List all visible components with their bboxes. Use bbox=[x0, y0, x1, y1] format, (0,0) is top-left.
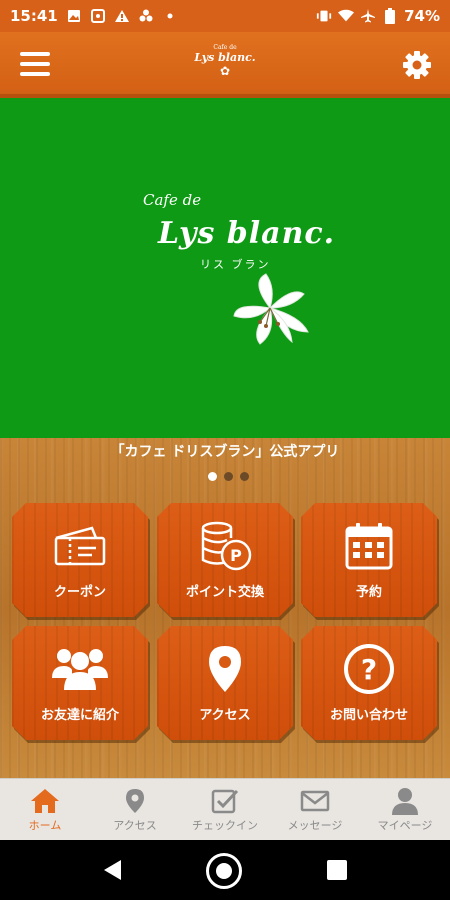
coins-icon: P bbox=[197, 519, 253, 573]
people-icon bbox=[52, 642, 108, 696]
nav-message[interactable]: メッセージ bbox=[270, 779, 360, 840]
nav-checkin-label: チェックイン bbox=[192, 819, 258, 832]
point-exchange-label: ポイント交換 bbox=[185, 585, 264, 600]
coupon-label: クーポン bbox=[53, 585, 106, 600]
battery-icon bbox=[382, 8, 398, 24]
fan-icon bbox=[138, 8, 154, 24]
nav-home[interactable]: ホーム bbox=[0, 779, 90, 840]
system-navigation-bar bbox=[0, 840, 450, 900]
header-logo: Cafe de Lys blanc. ✿ bbox=[190, 44, 260, 88]
battery-level: 74% bbox=[404, 7, 440, 25]
wifi-icon bbox=[338, 8, 355, 24]
map-pin-icon bbox=[120, 787, 150, 815]
nav-home-label: ホーム bbox=[28, 819, 62, 832]
question-icon: ? bbox=[341, 642, 397, 696]
svg-text:?: ? bbox=[361, 653, 377, 686]
home-icon bbox=[30, 787, 60, 815]
lily-icon: ✿ bbox=[219, 64, 231, 78]
gallery-icon bbox=[66, 8, 82, 24]
menu-button[interactable] bbox=[18, 48, 52, 80]
sync-icon bbox=[90, 8, 106, 24]
carousel-dot-1[interactable] bbox=[208, 472, 217, 481]
access-tile[interactable]: アクセス bbox=[157, 626, 293, 740]
mail-icon bbox=[300, 787, 330, 815]
person-icon bbox=[390, 787, 420, 815]
nav-checkin[interactable]: チェックイン bbox=[180, 779, 270, 840]
nav-access[interactable]: アクセス bbox=[90, 779, 180, 840]
app-caption: 「カフェ ドリスブラン」公式アプリ bbox=[110, 444, 340, 460]
refer-friend-tile[interactable]: お友達に紹介 bbox=[12, 626, 148, 740]
reservation-tile[interactable]: 予約 bbox=[301, 503, 437, 617]
settings-button[interactable] bbox=[402, 50, 432, 80]
map-pin-icon bbox=[197, 642, 253, 696]
ticket-icon bbox=[52, 519, 108, 573]
home-button[interactable] bbox=[206, 853, 242, 889]
refer-friend-label: お友達に紹介 bbox=[40, 708, 119, 723]
gear-icon bbox=[403, 51, 431, 79]
point-exchange-tile[interactable]: P ポイント交換 bbox=[157, 503, 293, 617]
nav-mypage-label: マイページ bbox=[377, 819, 433, 832]
contact-label: お問い合わせ bbox=[329, 708, 408, 723]
dot-icon bbox=[162, 8, 178, 24]
back-button[interactable] bbox=[103, 859, 123, 881]
banner-brand: Lys blanc. bbox=[158, 216, 336, 251]
nav-message-label: メッセージ bbox=[287, 819, 343, 832]
carousel-dot-3[interactable] bbox=[240, 472, 249, 481]
nav-mypage[interactable]: マイページ bbox=[360, 779, 450, 840]
airplane-icon bbox=[360, 8, 376, 24]
carousel-dot-2[interactable] bbox=[224, 472, 233, 481]
banner-kana: リス ブラン bbox=[200, 258, 271, 271]
banner-cafe-de: Cafe de bbox=[143, 191, 202, 209]
svg-text:P: P bbox=[230, 546, 242, 565]
carousel-dots bbox=[208, 472, 249, 481]
reservation-label: 予約 bbox=[355, 585, 382, 600]
status-time: 15:41 bbox=[10, 7, 58, 25]
lily-flower-image bbox=[230, 272, 312, 348]
nav-access-label: アクセス bbox=[113, 819, 157, 832]
vibrate-icon bbox=[316, 8, 332, 24]
access-label: アクセス bbox=[199, 708, 251, 723]
calendar-icon bbox=[341, 519, 397, 573]
bottom-navigation: ホーム アクセス チェックイン メッセージ マイページ bbox=[0, 778, 450, 840]
checkbox-icon bbox=[210, 787, 240, 815]
warning-icon bbox=[114, 8, 130, 24]
recents-button[interactable] bbox=[327, 860, 347, 880]
menu-icon bbox=[20, 52, 50, 56]
coupon-tile[interactable]: クーポン bbox=[12, 503, 148, 617]
contact-tile[interactable]: ? お問い合わせ bbox=[301, 626, 437, 740]
status-bar: 15:41 74% bbox=[0, 0, 450, 32]
app-header: Cafe de Lys blanc. ✿ bbox=[0, 32, 450, 98]
back-triangle-icon bbox=[104, 860, 121, 880]
